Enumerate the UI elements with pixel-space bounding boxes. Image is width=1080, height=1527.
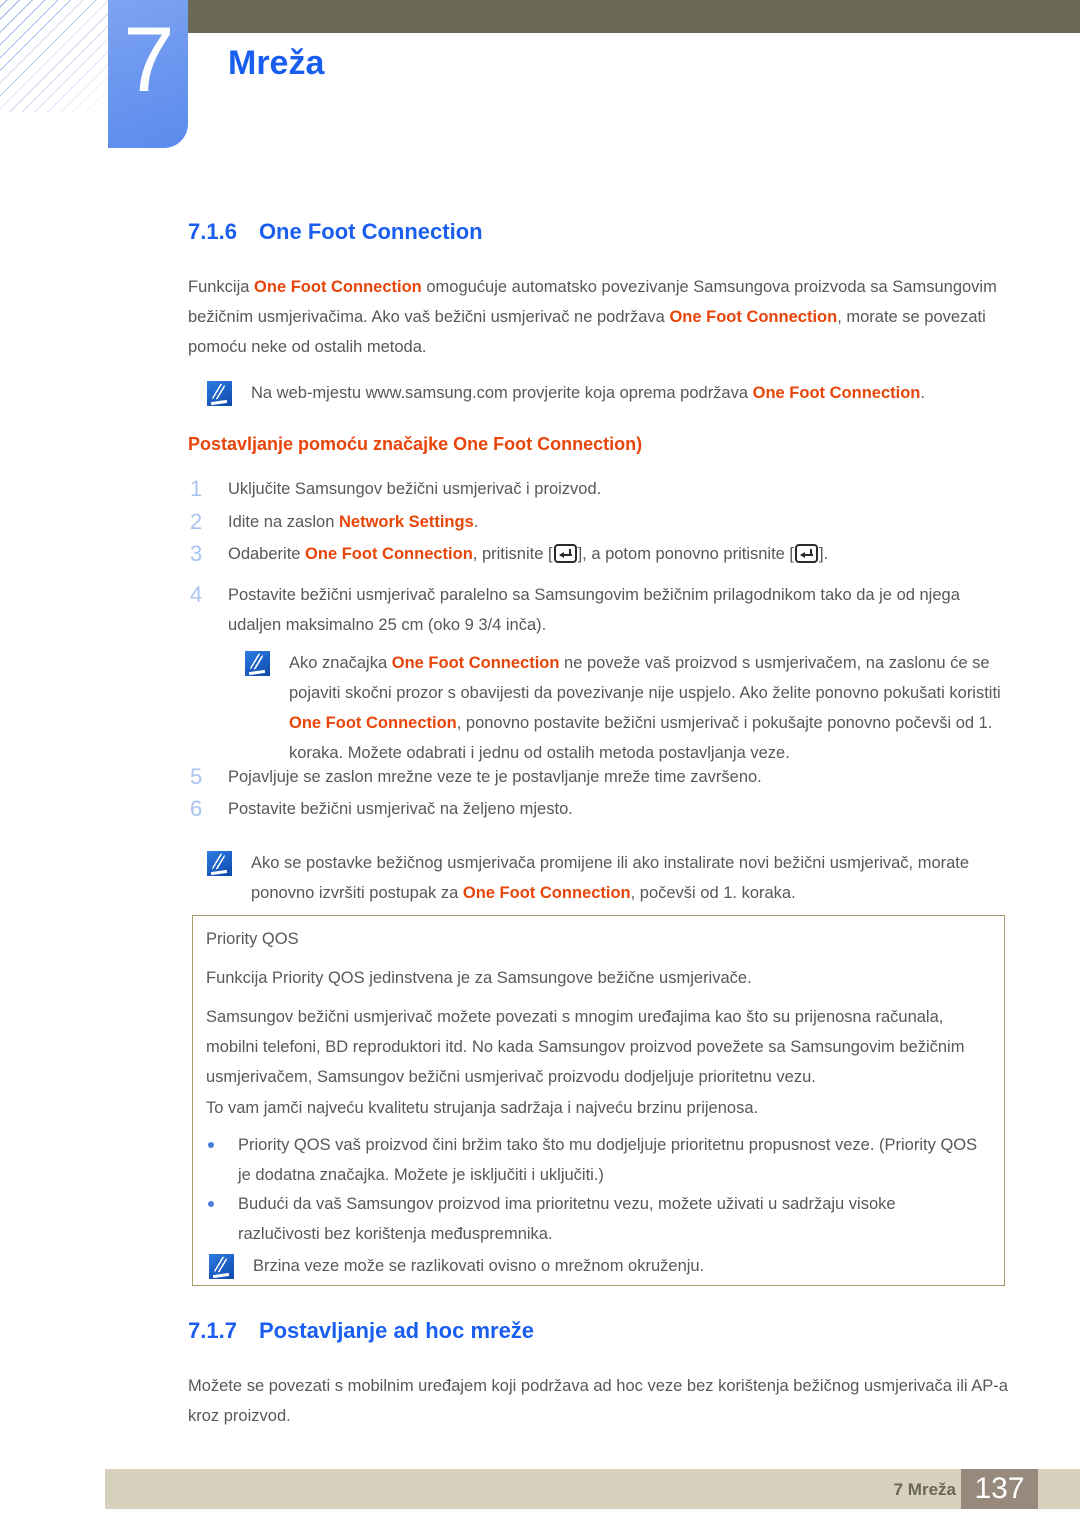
- step-item-3: 3 Odaberite One Foot Connection, pritisn…: [190, 539, 1020, 569]
- step6-text: Postavite bežični usmjerivač na željeno …: [228, 800, 573, 818]
- note-block-2: Ako značajka One Foot Connection ne pove…: [245, 648, 1007, 768]
- note3-text-2: , počevši od 1. koraka.: [630, 884, 796, 902]
- bullet-dot-icon: [208, 1201, 238, 1207]
- qos-note-block: Brzina veze može se razlikovati ovisno o…: [209, 1251, 949, 1281]
- note2-text-1: Ako značajka: [289, 654, 392, 672]
- step2-text-2: .: [473, 513, 479, 531]
- step-number-3: 3: [190, 541, 203, 566]
- step5-text: Pojavljuje se zaslon mrežne veze te je p…: [228, 768, 762, 786]
- priority-qos-box: Priority QOS Funkcija Priority QOS jedin…: [192, 915, 1005, 1286]
- enter-key-icon-2: [795, 544, 819, 563]
- section-number-717: 7.1.7: [188, 1318, 237, 1343]
- note1-text-2: .: [920, 384, 925, 402]
- step-number-2: 2: [190, 509, 203, 534]
- note-pencil-icon: [207, 851, 232, 876]
- intro-highlight-2: One Foot Connection: [669, 308, 838, 326]
- step-text-6: Postavite bežični usmjerivač na željeno …: [228, 794, 573, 824]
- footer-page-number: 137: [961, 1469, 1038, 1509]
- footer-chapter-label: 7 Mreža: [893, 1480, 956, 1499]
- step3-highlight: One Foot Connection: [305, 545, 473, 563]
- bullet-dot-icon: [208, 1142, 238, 1148]
- intro-paragraph: Funkcija One Foot Connection omogućuje a…: [188, 272, 1016, 362]
- note-pencil-icon: [245, 651, 270, 676]
- note-block-1: Na web-mjestu www.samsung.com provjerite…: [207, 378, 1007, 408]
- section-title-717: Postavljanje ad hoc mreže: [258, 1318, 535, 1343]
- chapter-title: Mreža: [228, 44, 325, 82]
- subheading-one-foot: Postavljanje pomoću značajke One Foot Co…: [188, 434, 643, 454]
- qos-bullet-2: Budući da vaš Samsungov proizvod ima pri…: [208, 1189, 968, 1249]
- section-heading-717: 7.1.7 Postavljanje ad hoc mreže: [188, 1318, 534, 1344]
- qos-bullet-1: Priority QOS vaš proizvod čini bržim tak…: [208, 1130, 983, 1190]
- step3-text-3: ], a potom ponovno pritisnite [: [577, 545, 795, 563]
- step3-text-2: , pritisnite [: [472, 545, 553, 563]
- intro-text-1: Funkcija: [188, 278, 255, 296]
- step-text-1: Uključite Samsungov bežični usmjerivač i…: [228, 474, 601, 504]
- note3-highlight-1: One Foot Connection: [462, 884, 631, 902]
- qos-paragraph-1: Funkcija Priority QOS jedinstvena je za …: [206, 969, 752, 987]
- step-number-4: 4: [190, 582, 203, 607]
- note1-text-1: Na web-mjestu www.samsung.com provjerite…: [251, 384, 753, 402]
- step4-text: Postavite bežični usmjerivač paralelno s…: [228, 586, 960, 634]
- step2-text-1: Idite na zaslon: [228, 513, 339, 531]
- step-number-6: 6: [190, 796, 203, 821]
- qos-paragraph-2: Samsungov bežični usmjerivač možete pove…: [206, 1008, 965, 1086]
- step-item-5: 5 Pojavljuje se zaslon mrežne veze te je…: [190, 762, 1012, 792]
- note-text-2: Ako značajka One Foot Connection ne pove…: [289, 648, 1007, 768]
- chapter-number: 7: [123, 9, 174, 111]
- qos-bullet-text-2: Budući da vaš Samsungov proizvod ima pri…: [238, 1195, 896, 1243]
- adhoc-paragraph: Možete se povezati s mobilnim uređajem k…: [188, 1377, 1008, 1425]
- qos-title: Priority QOS: [206, 930, 299, 948]
- step-number-5: 5: [190, 764, 203, 789]
- note-pencil-icon: [207, 381, 232, 406]
- section-number-716: 7.1.6: [188, 219, 237, 244]
- step3-text-4: ].: [819, 545, 829, 563]
- qos-paragraph-3: To vam jamči najveću kvalitetu strujanja…: [206, 1099, 759, 1117]
- step3-text-1: Odaberite: [228, 545, 306, 563]
- note-text-3: Ako se postavke bežičnog usmjerivača pro…: [251, 848, 1007, 908]
- enter-key-icon-1: [553, 544, 577, 563]
- section-heading-716: 7.1.6 One Foot Connection: [188, 219, 483, 245]
- note-pencil-icon: [209, 1254, 234, 1279]
- step-text-3: Odaberite One Foot Connection, pritisnit…: [228, 539, 828, 569]
- qos-bullet-text-1: Priority QOS vaš proizvod čini bržim tak…: [238, 1136, 978, 1184]
- step-item-1: 1 Uključite Samsungov bežični usmjerivač…: [190, 474, 1010, 504]
- note2-highlight-1: One Foot Connection: [391, 654, 560, 672]
- step-item-4: 4 Postavite bežični usmjerivač paralelno…: [190, 580, 1012, 640]
- note2-highlight-2: One Foot Connection: [289, 714, 457, 732]
- step-item-6: 6 Postavite bežični usmjerivač na željen…: [190, 794, 1012, 824]
- hatch-decoration: [0, 0, 112, 112]
- step1-text: Uključite Samsungov bežični usmjerivač i…: [228, 480, 602, 498]
- intro-highlight-1: One Foot Connection: [254, 278, 422, 296]
- header-olive-bar: [188, 0, 1080, 33]
- note-block-3: Ako se postavke bežičnog usmjerivača pro…: [207, 848, 1007, 908]
- chapter-tab: 7: [108, 0, 188, 148]
- step-text-5: Pojavljuje se zaslon mrežne veze te je p…: [228, 762, 762, 792]
- step-item-2: 2 Idite na zaslon Network Settings.: [190, 507, 1010, 537]
- step2-highlight: Network Settings: [339, 513, 474, 531]
- step-text-2: Idite na zaslon Network Settings.: [228, 507, 478, 537]
- note-text-1: Na web-mjestu www.samsung.com provjerite…: [251, 378, 925, 408]
- step-number-1: 1: [190, 476, 203, 501]
- qos-note-text: Brzina veze može se razlikovati ovisno o…: [253, 1257, 705, 1275]
- step-text-4: Postavite bežični usmjerivač paralelno s…: [228, 580, 1012, 640]
- note1-highlight-1: One Foot Connection: [752, 384, 921, 402]
- document-page: 7 Mreža 7.1.6 One Foot Connection Funkcij…: [0, 0, 1080, 1527]
- section-title-716: One Foot Connection: [258, 219, 483, 244]
